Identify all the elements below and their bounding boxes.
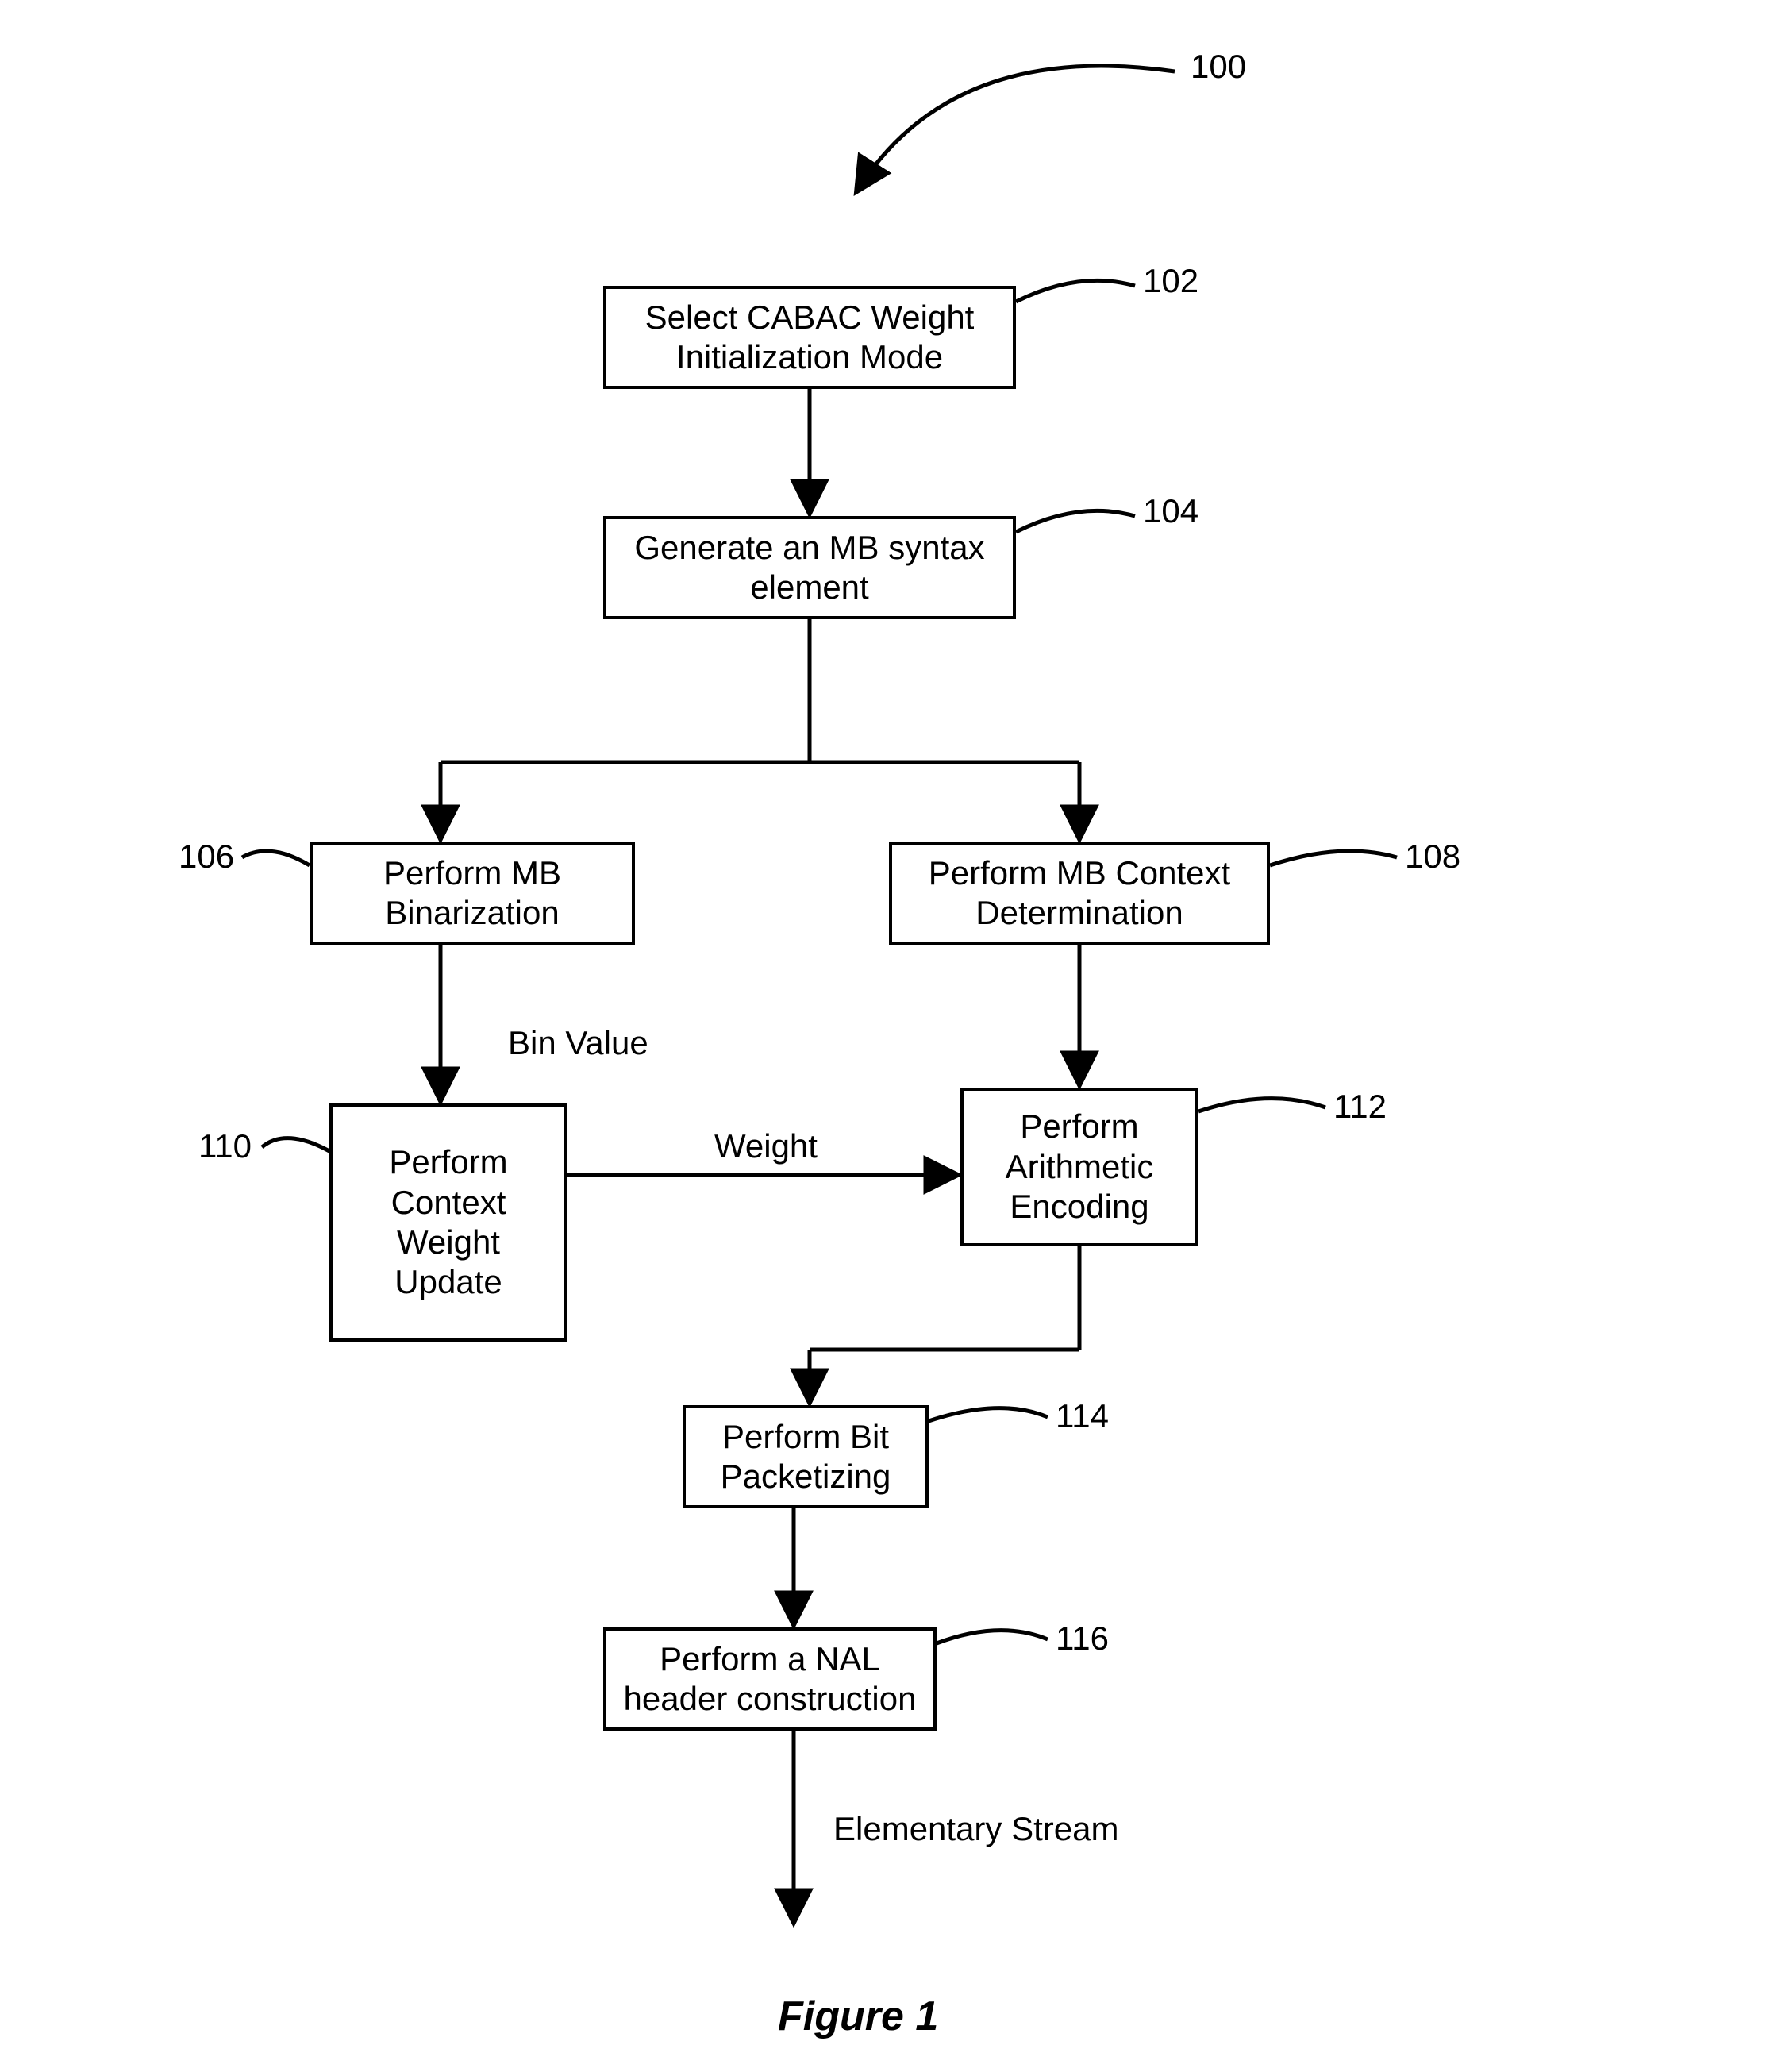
box-112: Perform Arithmetic Encoding [960,1088,1198,1246]
ref-102: 102 [1143,262,1198,300]
ref-104: 104 [1143,492,1198,530]
ref-108: 108 [1405,838,1460,876]
box-114: Perform Bit Packetizing [683,1405,929,1508]
diagram-canvas: Select CABAC Weight Initialization Mode … [0,0,1789,2072]
ref-112: 112 [1333,1088,1387,1126]
figure-caption: Figure 1 [778,1993,938,2040]
box-106: Perform MB Binarization [310,842,635,945]
edge-label-weight: Weight [714,1127,818,1165]
box-108: Perform MB Context Determination [889,842,1270,945]
ref-100: 100 [1191,48,1246,86]
box-110: Perform Context Weight Update [329,1103,567,1342]
edge-label-binvalue: Bin Value [508,1024,648,1062]
box-102: Select CABAC Weight Initialization Mode [603,286,1016,389]
edge-label-elementary: Elementary Stream [833,1810,1118,1848]
box-104: Generate an MB syntax element [603,516,1016,619]
ref-110: 110 [198,1127,252,1165]
ref-114: 114 [1056,1397,1109,1435]
box-116: Perform a NAL header construction [603,1627,937,1731]
ref-106: 106 [179,838,234,876]
ref-116: 116 [1056,1619,1109,1658]
